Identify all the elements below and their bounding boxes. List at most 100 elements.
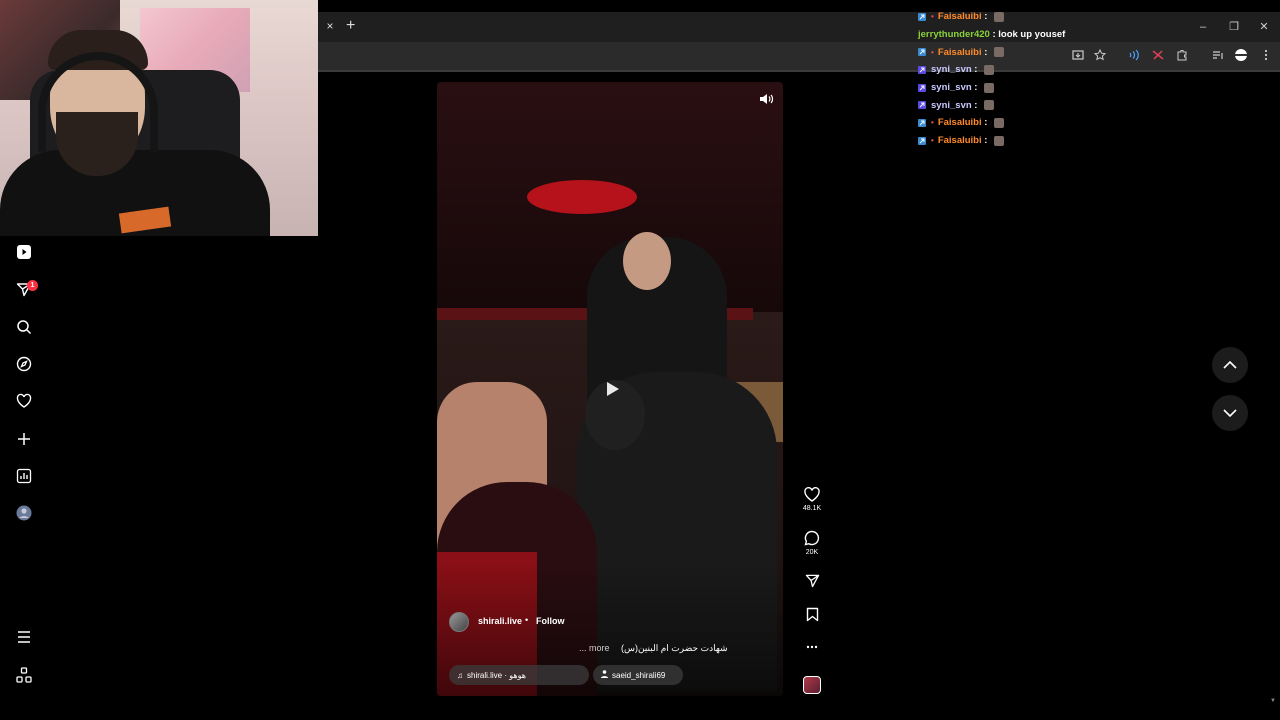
dashboard-icon[interactable] [14, 466, 34, 486]
chat-separator: : [971, 64, 981, 76]
chat-badge-icon [918, 101, 926, 110]
more-dots-icon [806, 645, 818, 649]
new-tab-button[interactable]: + [346, 18, 360, 34]
chat-sub-badge-icon: • [931, 12, 934, 22]
chat-username: syni_svn [931, 64, 972, 76]
chat-separator: : [981, 117, 991, 129]
comment-icon [804, 530, 820, 546]
scrollbar-down-arrow[interactable]: ▼ [1270, 698, 1278, 704]
music-note-icon: ♫ [457, 670, 463, 680]
chat-emote-icon [984, 82, 995, 93]
chat-username: syni_svn [931, 99, 972, 111]
chat-message: syni_svn : [918, 96, 1118, 114]
chat-separator: : [989, 29, 999, 41]
chat-emote-icon [984, 100, 995, 111]
chat-emote-icon [984, 64, 995, 75]
menu-icon[interactable] [14, 627, 34, 647]
chat-separator: : [981, 135, 991, 147]
chat-message: • Faisaluibi : [918, 43, 1118, 61]
reel-separator-dot: • [525, 615, 529, 625]
like-button[interactable]: 48.1K [802, 487, 822, 512]
explore-icon[interactable] [14, 354, 34, 374]
like-heart-icon [804, 487, 820, 502]
chevron-down-icon [1223, 409, 1237, 417]
reel-caption: شهادت حضرت ام البنین(س) [621, 643, 728, 653]
reel-audio-label: shirali.live · هوهو [467, 670, 526, 680]
chat-emote-icon [994, 47, 1005, 58]
chat-separator: : [981, 11, 991, 23]
next-reel-button[interactable] [1212, 395, 1248, 431]
chat-message: • Faisaluibi : [918, 132, 1118, 150]
chat-username: Faisaluibi [937, 117, 982, 129]
chevron-up-icon [1223, 361, 1237, 369]
search-icon[interactable] [14, 317, 34, 337]
chat-username: jerrythunder420 [918, 29, 990, 41]
chat-message: syni_svn : [918, 61, 1118, 79]
save-button[interactable] [802, 607, 822, 622]
comment-count: 20K [805, 549, 819, 556]
reel-tagged-user-pill[interactable]: saeid_shirali69 [593, 665, 683, 685]
comment-button[interactable]: 20K [802, 530, 822, 556]
profile-avatar-icon[interactable] [1233, 47, 1249, 63]
reel-tagged-user-label: saeid_shirali69 [612, 670, 666, 680]
extension-shield-icon[interactable] [1150, 47, 1166, 63]
like-count: 48.1K [802, 505, 822, 512]
play-icon[interactable] [603, 380, 621, 398]
chat-emote-icon [994, 11, 1005, 22]
also-from-meta-icon[interactable] [14, 665, 34, 685]
chat-badge-icon [918, 136, 926, 145]
minimize-button[interactable]: – [1195, 19, 1211, 35]
chat-message: syni_svn : [918, 79, 1118, 97]
share-button[interactable] [802, 573, 822, 588]
notification-badge: 1 [27, 280, 38, 291]
caption-more-link[interactable]: ... more [579, 643, 610, 653]
share-send-icon [805, 574, 819, 588]
chat-badge-icon [918, 12, 926, 21]
profile-avatar[interactable] [14, 503, 34, 523]
reel-audio-pill[interactable]: ♫ shirali.live · هوهو [449, 665, 589, 685]
media-controls-icon[interactable] [1210, 47, 1226, 63]
chat-badge-icon [918, 48, 926, 57]
chat-message: jerrythunder420 : look up yousef [918, 26, 1118, 44]
webcam-overlay [0, 0, 318, 236]
stream-chat-overlay: • Faisaluibi : jerrythunder420 : look up … [918, 8, 1118, 150]
browser-menu-icon[interactable] [1258, 47, 1274, 63]
chat-badge-icon [918, 65, 926, 74]
volume-icon[interactable] [758, 91, 774, 107]
reel-audio-thumbnail[interactable] [803, 676, 821, 694]
chat-separator: : [971, 99, 981, 111]
follow-button[interactable]: Follow [536, 616, 565, 626]
chat-emote-icon [994, 117, 1005, 128]
person-icon [601, 670, 608, 680]
chat-sub-badge-icon: • [931, 118, 934, 128]
chat-sub-badge-icon: • [931, 47, 934, 57]
window-close-button[interactable]: ✕ [1256, 19, 1272, 35]
chat-message: • Faisaluibi : [918, 8, 1118, 26]
chat-message: • Faisaluibi : [918, 114, 1118, 132]
extension-audio-icon[interactable] [1125, 47, 1141, 63]
reels-icon[interactable] [14, 242, 34, 262]
chat-username: Faisaluibi [937, 46, 982, 58]
browser-tab-bar [318, 12, 1280, 42]
chat-emote-icon [994, 135, 1005, 146]
create-icon[interactable] [14, 429, 34, 449]
tab-close-button[interactable]: × [324, 19, 336, 33]
chat-username: Faisaluibi [937, 11, 982, 23]
bookmark-icon [806, 607, 818, 622]
reel-banner-splash [527, 180, 637, 214]
chat-text: look up yousef [998, 29, 1066, 41]
chat-badge-icon [918, 83, 926, 92]
reel-author-avatar[interactable] [449, 612, 469, 632]
chat-badge-icon [918, 118, 926, 127]
previous-reel-button[interactable] [1212, 347, 1248, 383]
extensions-puzzle-icon[interactable] [1174, 47, 1190, 63]
heart-icon[interactable] [14, 391, 34, 411]
chat-separator: : [971, 82, 981, 94]
bottom-bar [0, 708, 1280, 720]
reel-author-username[interactable]: shirali.live [478, 616, 522, 626]
more-options-button[interactable] [802, 645, 822, 649]
reel-person-standing-head [623, 232, 671, 290]
chat-separator: : [981, 46, 991, 58]
restore-button[interactable]: ❐ [1226, 19, 1242, 35]
reel-video[interactable]: shirali.live • Follow ... more شهادت حضر… [437, 82, 783, 696]
